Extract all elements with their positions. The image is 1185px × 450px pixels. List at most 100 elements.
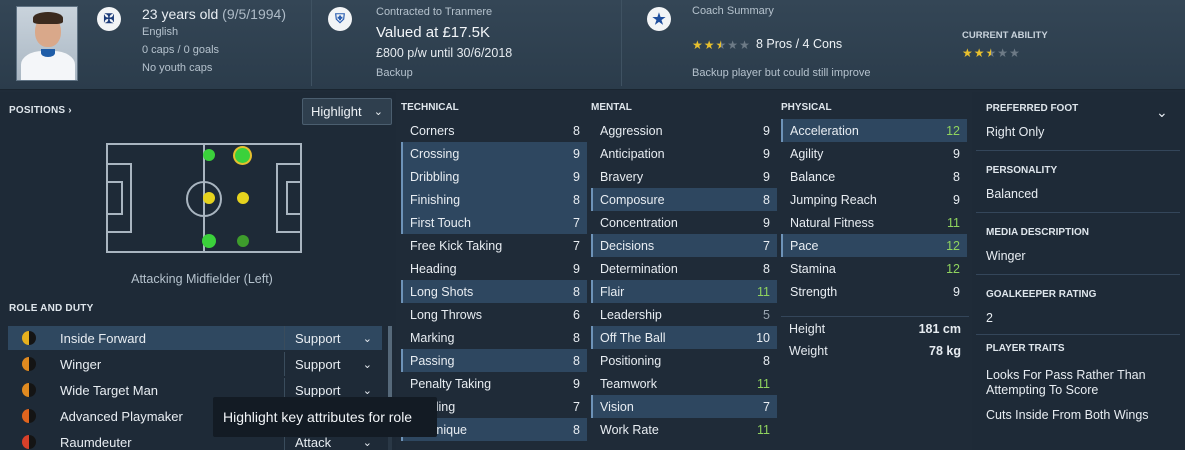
attribute-row[interactable]: Crossing 9 (401, 142, 587, 165)
attribute-row[interactable]: Bravery 9 (591, 165, 777, 188)
physical-column: PHYSICAL Acceleration 12 Agility 9 Balance 8 J… (781, 102, 969, 358)
attribute-row[interactable]: Long Shots 8 (401, 280, 587, 303)
attribute-row[interactable]: Penalty Taking 9 (401, 372, 587, 395)
weight-row: Weight 78 kg (789, 344, 961, 358)
squad-status: Backup (376, 67, 413, 79)
attribute-value: 9 (953, 284, 960, 299)
attribute-label: Decisions (600, 238, 655, 253)
player-header: ✠ 23 years old (9/5/1994) English 0 caps… (0, 0, 1185, 90)
attribute-row[interactable]: Passing 8 (401, 349, 587, 372)
attribute-value: 12 (946, 123, 960, 138)
attribute-row[interactable]: Teamwork 11 (591, 372, 777, 395)
attribute-row[interactable]: Concentration 9 (591, 211, 777, 234)
attribute-row[interactable]: Balance 8 (781, 165, 967, 188)
club-crest-icon[interactable]: ⛨ (328, 7, 352, 31)
duty-dropdown[interactable]: Support ⌄ (284, 326, 382, 350)
trait-item[interactable]: Looks For Pass Rather Than Attempting To… (986, 368, 1176, 398)
role-name: Inside Forward (60, 330, 146, 346)
highlight-tooltip: Highlight key attributes for role (213, 397, 437, 437)
attribute-row[interactable]: Free Kick Taking 7 (401, 234, 587, 257)
position-dot-mc[interactable] (203, 192, 215, 204)
attribute-row[interactable]: Corners 8 (401, 119, 587, 142)
role-suitability-icon (22, 331, 36, 345)
attribute-label: Leadership (600, 307, 662, 322)
attribute-value: 9 (573, 376, 580, 391)
attribute-row[interactable]: Marking 8 (401, 326, 587, 349)
role-row[interactable]: Winger Support ⌄ (8, 352, 382, 376)
attribute-label: Vision (600, 399, 634, 414)
attribute-value: 11 (757, 422, 770, 437)
attribute-value: 5 (763, 307, 770, 322)
technical-column: TECHNICAL Corners 8 Crossing 9 Dribbling 9 Fin… (401, 102, 587, 441)
attribute-row[interactable]: Leadership 5 (591, 303, 777, 326)
trait-item[interactable]: Cuts Inside From Both Wings (986, 408, 1176, 422)
attribute-label: Teamwork (600, 376, 657, 391)
role-name: Wide Target Man (60, 382, 159, 398)
attribute-row[interactable]: Stamina 12 (781, 257, 967, 280)
attribute-value: 12 (946, 261, 960, 276)
attribute-value: 11 (947, 215, 960, 230)
duty-dropdown[interactable]: Support ⌄ (284, 352, 382, 376)
contract-club[interactable]: Contracted to Tranmere (376, 6, 492, 18)
attribute-row[interactable]: Anticipation 9 (591, 142, 777, 165)
duty-label: Support (295, 382, 341, 398)
preferred-foot-title: PREFERRED FOOT (986, 103, 1079, 114)
position-dot-amr[interactable] (237, 235, 249, 247)
attribute-row[interactable]: Off The Ball 10 (591, 326, 777, 349)
attribute-value: 9 (573, 146, 580, 161)
attribute-row[interactable]: Agility 9 (781, 142, 967, 165)
attribute-value: 7 (573, 238, 580, 253)
goalkeeper-rating-value: 2 (986, 311, 993, 325)
attribute-value: 9 (763, 215, 770, 230)
attribute-label: Off The Ball (600, 330, 666, 345)
role-row[interactable]: Inside Forward Support ⌄ (8, 326, 382, 350)
attribute-row[interactable]: First Touch 7 (401, 211, 587, 234)
player-youth-caps: No youth caps (142, 62, 213, 74)
attribute-row[interactable]: Heading 9 (401, 257, 587, 280)
attribute-row[interactable]: Strength 9 (781, 280, 967, 303)
attribute-label: Balance (790, 169, 836, 184)
attribute-label: Agility (790, 146, 824, 161)
attribute-row[interactable]: Determination 8 (591, 257, 777, 280)
position-dot-mcr[interactable] (202, 234, 216, 248)
attribute-value: 8 (763, 261, 770, 276)
pros-cons[interactable]: 8 Pros / 4 Cons (756, 37, 842, 51)
attribute-row[interactable]: Vision 7 (591, 395, 777, 418)
preferred-foot-value: Right Only (986, 125, 1045, 139)
position-dot-mcl[interactable] (203, 149, 215, 161)
duty-label: Support (295, 330, 341, 346)
attribute-row[interactable]: Dribbling 9 (401, 165, 587, 188)
attribute-row[interactable]: Long Throws 6 (401, 303, 587, 326)
role-suitability-icon (22, 435, 36, 449)
chevron-down-icon[interactable]: ⌄ (1156, 104, 1168, 121)
attribute-value: 8 (573, 422, 580, 437)
attribute-row[interactable]: Positioning 8 (591, 349, 777, 372)
attribute-row[interactable]: Flair 11 (591, 280, 777, 303)
position-dot-aml-selected[interactable] (235, 148, 250, 163)
attribute-row[interactable]: Jumping Reach 9 (781, 188, 967, 211)
highlight-label: Highlight (311, 104, 362, 119)
player-age: 23 years old (9/5/1994) (142, 6, 286, 22)
attribute-value: 9 (573, 169, 580, 184)
attribute-row[interactable]: Natural Fitness 11 (781, 211, 967, 234)
attribute-row[interactable]: Work Rate 11 (591, 418, 777, 441)
attribute-row[interactable]: Pace 12 (781, 234, 967, 257)
attribute-label: Strength (790, 284, 838, 299)
attribute-value: 7 (763, 238, 770, 253)
highlight-dropdown[interactable]: Highlight ⌄ (302, 98, 392, 125)
media-description-title: MEDIA DESCRIPTION (986, 227, 1089, 238)
attribute-row[interactable]: Composure 8 (591, 188, 777, 211)
position-dot-amc[interactable] (237, 192, 249, 204)
positions-title[interactable]: POSITIONS › (9, 105, 72, 116)
attribute-value: 8 (763, 353, 770, 368)
player-photo (16, 6, 78, 81)
attribute-value: 8 (573, 123, 580, 138)
chevron-down-icon: ⌄ (362, 436, 372, 449)
attribute-row[interactable]: Aggression 9 (591, 119, 777, 142)
attribute-row[interactable]: Acceleration 12 (781, 119, 967, 142)
attribute-value: 7 (573, 399, 580, 414)
player-value: Valued at £17.5K (376, 24, 490, 41)
attribute-row[interactable]: Finishing 8 (401, 188, 587, 211)
attribute-row[interactable]: Decisions 7 (591, 234, 777, 257)
attribute-label: Determination (600, 261, 678, 276)
